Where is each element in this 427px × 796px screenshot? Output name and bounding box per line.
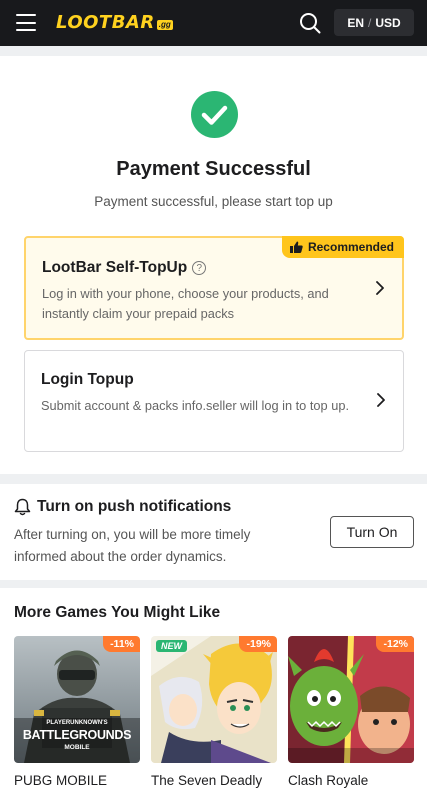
- more-games-section: More Games You Might Like PLAYERUNKNOWN'…: [0, 588, 427, 796]
- push-description: After turning on, you will be more timel…: [14, 527, 251, 564]
- search-icon[interactable]: [298, 11, 322, 35]
- page-title: Payment Successful: [116, 158, 311, 180]
- game-thumbnail: NEW -19%: [151, 636, 277, 763]
- top-bar: LOOTBAR .gg EN / USD: [0, 0, 427, 46]
- login-topup-option[interactable]: Login Topup Submit account & packs info.…: [24, 350, 404, 452]
- bell-icon: [14, 498, 31, 516]
- chevron-right-icon: [376, 281, 384, 295]
- login-topup-description: Submit account & packs info.seller will …: [41, 398, 349, 413]
- language-currency-selector[interactable]: EN / USD: [334, 9, 414, 36]
- game-name: The Seven Deadly: [151, 773, 263, 788]
- game-thumbnail: -12%: [288, 636, 414, 763]
- self-topup-title: LootBar Self-TopUp: [42, 259, 188, 276]
- menu-icon[interactable]: [16, 14, 36, 31]
- self-topup-option[interactable]: Recommended LootBar Self-TopUp ? Log in …: [24, 236, 404, 340]
- language-separator: /: [367, 15, 372, 30]
- section-title: More Games You Might Like: [14, 604, 221, 621]
- pubg-art-text-main: BATTLEGROUNDS: [22, 728, 132, 742]
- discount-badge: -19%: [239, 636, 277, 652]
- game-card-seven-deadly[interactable]: NEW -19% The Seven Deadly: [151, 636, 277, 790]
- language-label: EN: [347, 15, 364, 30]
- recommended-badge: Recommended: [281, 236, 404, 258]
- game-name: Clash Royale: [288, 773, 369, 788]
- discount-badge: -11%: [103, 636, 140, 652]
- chevron-right-icon: [377, 393, 385, 407]
- new-badge: NEW: [156, 640, 187, 652]
- login-topup-title: Login Topup: [41, 371, 134, 388]
- pubg-art-text-top: PLAYERUNKNOWN'S: [46, 720, 108, 726]
- page-subtitle: Payment successful, please start top up: [94, 194, 333, 209]
- discount-badge: -12%: [376, 636, 414, 652]
- help-icon[interactable]: ?: [192, 261, 207, 275]
- game-name: PUBG MOBILE: [14, 773, 108, 788]
- pubg-art-text-sub: MOBILE: [64, 744, 90, 751]
- game-card-pubg[interactable]: PLAYERUNKNOWN'S BATTLEGROUNDS MOBILE -11…: [14, 636, 140, 790]
- push-title: Turn on push notifications: [37, 498, 232, 515]
- success-check-icon: [191, 91, 238, 138]
- logo-badge: .gg: [156, 20, 173, 30]
- game-card-clash-royale[interactable]: -12% Clash Royale: [288, 636, 414, 790]
- recommended-label: Recommended: [307, 240, 394, 254]
- thumbs-up-icon: [289, 241, 303, 253]
- option-title: LootBar Self-TopUp ?: [42, 259, 207, 277]
- push-title-row: Turn on push notifications: [14, 498, 231, 516]
- logo-text: LOOTBAR: [56, 11, 155, 33]
- self-topup-description: Log in with your phone, choose your prod…: [42, 286, 329, 321]
- payment-result-card: Payment Successful Payment successful, p…: [0, 56, 427, 474]
- turn-on-button[interactable]: Turn On: [330, 516, 414, 548]
- game-thumbnail: PLAYERUNKNOWN'S BATTLEGROUNDS MOBILE -11…: [14, 636, 140, 763]
- push-notification-section: Turn on push notifications After turning…: [0, 484, 427, 580]
- lootbar-logo[interactable]: LOOTBAR .gg: [56, 10, 173, 34]
- currency-label: USD: [375, 15, 401, 30]
